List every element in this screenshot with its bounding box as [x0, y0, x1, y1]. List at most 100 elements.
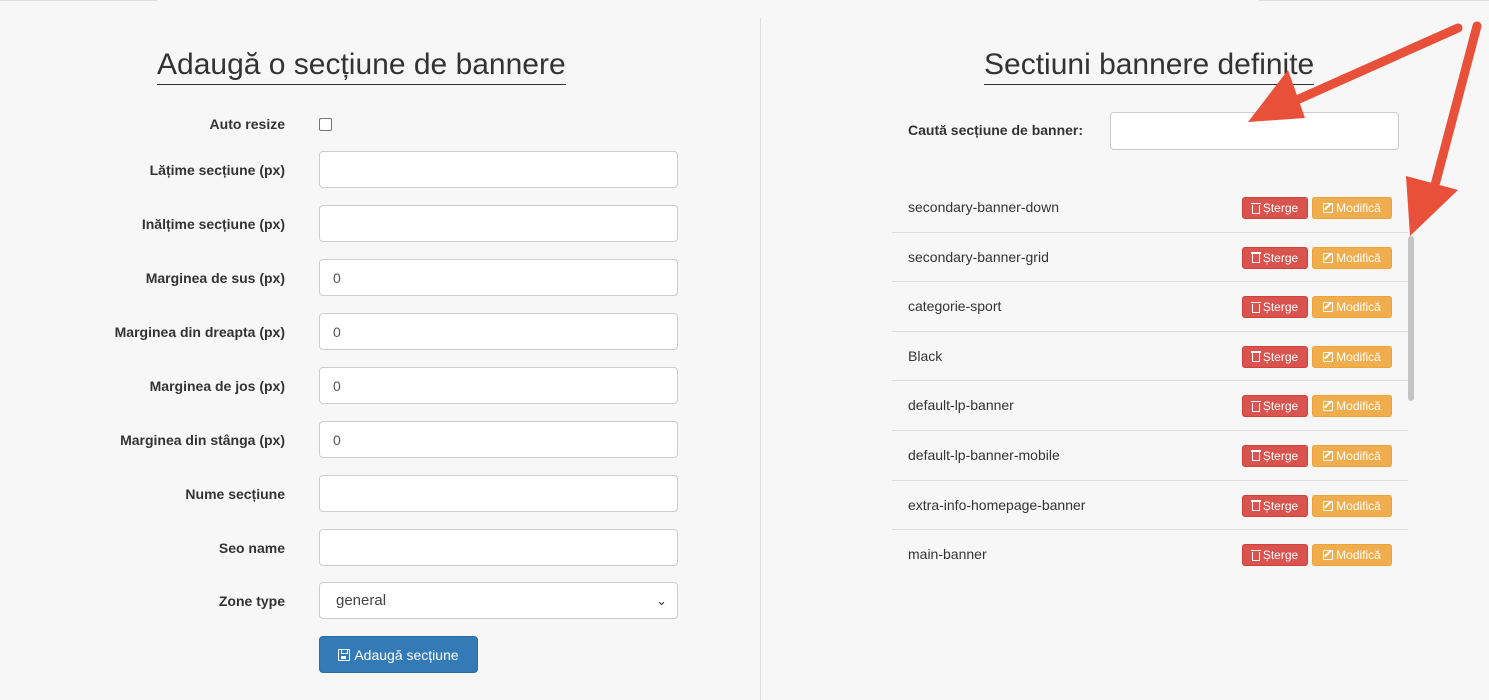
section-name-label: Nume secțiune [185, 486, 285, 502]
seo-name-input[interactable] [319, 529, 678, 566]
margin-bottom-input[interactable] [319, 367, 678, 404]
margin-bottom-row: Marginea de jos (px) [0, 367, 700, 405]
edit-button[interactable]: Modifică [1312, 197, 1392, 219]
section-name: default-lp-banner [908, 397, 1014, 414]
auto-resize-checkbox[interactable] [319, 118, 332, 131]
height-label: Inălțime secțiune (px) [141, 216, 285, 232]
margin-top-label: Marginea de sus (px) [145, 270, 285, 286]
delete-button-label: Șterge [1262, 201, 1299, 215]
margin-top-input[interactable] [319, 259, 678, 296]
edit-icon [1323, 351, 1334, 362]
section-name: secondary-banner-down [908, 199, 1059, 215]
list-item: secondary-banner-down Șterge Modifică [892, 183, 1408, 233]
section-name: main-banner [908, 546, 987, 563]
panel-divider [760, 18, 761, 700]
seo-name-row: Seo name [0, 529, 700, 567]
section-name: secondary-banner-grid [908, 248, 1049, 265]
edit-button-label: Modifică [1336, 250, 1381, 265]
list-item: categorie-sport Șterge Modifică [892, 282, 1408, 332]
trash-icon [1250, 400, 1261, 412]
zone-type-label: Zone type [218, 593, 285, 609]
margin-left-label: Marginea din stânga (px) [120, 432, 285, 448]
delete-button-label: Șterge [1262, 399, 1299, 414]
edit-icon [1323, 500, 1334, 511]
edit-icon [1323, 252, 1334, 263]
section-name: Black [908, 347, 943, 364]
edit-icon [1323, 401, 1334, 412]
margin-bottom-label: Marginea de jos (px) [149, 378, 285, 394]
add-section-title: Adaugă o secțiune de bannere [157, 48, 566, 85]
width-label: Lățime secțiune (px) [149, 162, 285, 178]
delete-button[interactable]: Șterge [1242, 246, 1308, 269]
delete-button-label: Șterge [1262, 498, 1299, 513]
zone-type-select[interactable]: general ⌄ [319, 582, 678, 619]
add-section-button[interactable]: Adaugă secțiune [319, 636, 478, 673]
save-icon [338, 648, 351, 661]
section-name-row: Nume secțiune [0, 475, 700, 513]
section-name: extra-info-homepage-banner [908, 496, 1086, 513]
delete-button[interactable]: Șterge [1242, 494, 1308, 517]
delete-button[interactable]: Șterge [1242, 444, 1308, 467]
delete-button[interactable]: Șterge [1242, 197, 1308, 219]
margin-left-input[interactable] [319, 421, 678, 458]
add-section-button-label: Adaugă secțiune [354, 646, 459, 663]
list-item: default-lp-banner-mobile Șterge Modifică [892, 431, 1408, 481]
delete-button-label: Șterge [1262, 548, 1299, 563]
delete-button-label: Șterge [1262, 448, 1299, 463]
delete-button-label: Șterge [1262, 300, 1299, 315]
edit-button[interactable]: Modifică [1312, 444, 1392, 467]
zone-type-value: general [336, 592, 387, 609]
margin-right-row: Marginea din dreapta (px) [0, 313, 700, 351]
margin-right-label: Marginea din dreapta (px) [114, 324, 285, 340]
edit-button[interactable]: Modifică [1312, 395, 1392, 418]
trash-icon [1250, 202, 1261, 214]
edit-button[interactable]: Modifică [1312, 544, 1392, 567]
trash-icon [1250, 301, 1261, 313]
height-row: Inălțime secțiune (px) [0, 205, 700, 243]
list-item: extra-info-homepage-banner Șterge Modifi… [892, 481, 1408, 531]
margin-top-row: Marginea de sus (px) [0, 259, 700, 297]
edit-button-label: Modifică [1336, 399, 1381, 414]
list-item: secondary-banner-grid Șterge Modifică [892, 233, 1408, 283]
delete-button-label: Șterge [1262, 349, 1299, 364]
margin-left-row: Marginea din stânga (px) [0, 421, 700, 459]
delete-button-label: Șterge [1262, 250, 1299, 265]
trash-icon [1250, 450, 1261, 462]
edit-button-label: Modifică [1336, 349, 1381, 364]
height-input[interactable] [319, 205, 678, 242]
search-input[interactable] [1110, 112, 1399, 150]
delete-button[interactable]: Șterge [1242, 395, 1308, 418]
edit-icon [1323, 550, 1334, 561]
list-scrollbar-thumb[interactable] [1408, 236, 1414, 401]
trash-icon [1250, 351, 1261, 363]
auto-resize-row: Auto resize [0, 105, 700, 143]
top-border-left [0, 0, 157, 1]
edit-icon [1323, 302, 1334, 313]
width-row: Lățime secțiune (px) [0, 151, 700, 189]
edit-button-label: Modifică [1336, 548, 1381, 563]
list-item: main-banner Șterge Modifică [892, 530, 1408, 580]
trash-icon [1250, 549, 1261, 561]
edit-button-label: Modifică [1336, 201, 1381, 215]
section-name-input[interactable] [319, 475, 678, 512]
trash-icon [1250, 500, 1261, 512]
edit-button[interactable]: Modifică [1312, 246, 1392, 269]
edit-button[interactable]: Modifică [1312, 296, 1392, 319]
edit-button[interactable]: Modifică [1312, 345, 1392, 368]
margin-right-input[interactable] [319, 313, 678, 350]
auto-resize-label: Auto resize [209, 116, 285, 132]
defined-sections-title: Sectiuni bannere definite [984, 48, 1315, 85]
zone-type-row: Zone type general ⌄ [0, 582, 700, 620]
width-input[interactable] [319, 151, 678, 188]
trash-icon [1250, 252, 1261, 264]
list-item: Black Șterge Modifică [892, 332, 1408, 382]
delete-button[interactable]: Șterge [1242, 296, 1308, 319]
arrow-to-scrollbar-icon [1406, 21, 1482, 236]
section-list: secondary-banner-down Șterge Modifică se… [892, 183, 1408, 580]
delete-button[interactable]: Șterge [1242, 345, 1308, 368]
edit-button-label: Modifică [1336, 300, 1381, 315]
edit-icon [1323, 450, 1334, 461]
edit-button[interactable]: Modifică [1312, 494, 1392, 517]
search-label: Caută secțiune de banner: [908, 122, 1084, 138]
delete-button[interactable]: Șterge [1242, 544, 1308, 567]
